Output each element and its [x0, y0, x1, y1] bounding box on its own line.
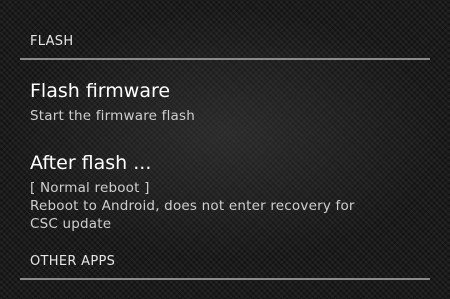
- after-flash-title: After flash ...: [30, 152, 152, 174]
- after-flash-summary-line1: Reboot to Android, does not enter recove…: [30, 198, 355, 214]
- flash-firmware-summary: Start the firmware flash: [30, 108, 196, 124]
- after-flash-value: [ Normal reboot ]: [30, 180, 150, 196]
- section-header-other-apps: OTHER APPS: [30, 254, 116, 269]
- flash-firmware-title: Flash firmware: [30, 80, 171, 102]
- section-header-flash: FLASH: [30, 34, 74, 49]
- after-flash-summary-line2: CSC update: [30, 216, 112, 232]
- section-divider-flash: [20, 58, 430, 60]
- section-divider-other-apps: [20, 278, 430, 280]
- flash-firmware-item[interactable]: Flash firmware Start the firmware flash: [30, 80, 430, 125]
- after-flash-item[interactable]: After flash ... [ Normal reboot ] Reboot…: [30, 152, 430, 233]
